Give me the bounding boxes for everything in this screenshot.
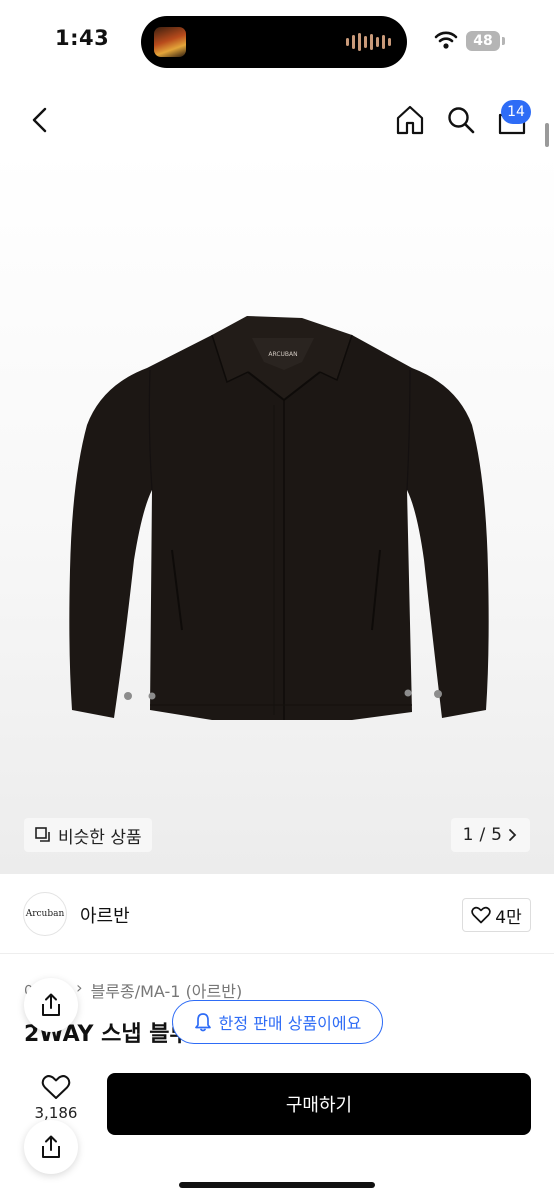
wifi-icon xyxy=(434,31,458,49)
heart-icon xyxy=(471,906,491,924)
cart-count-badge: 14 xyxy=(501,100,531,124)
brand-like-button[interactable]: 4만 xyxy=(462,898,531,932)
back-button[interactable] xyxy=(22,102,58,138)
similar-products-button[interactable]: 비슷한 상품 xyxy=(24,818,152,852)
product-image-gallery[interactable]: ARCUBAN 비슷한 상품 1 / 5 xyxy=(0,150,554,874)
share-icon xyxy=(42,993,60,1016)
bottom-purchase-bar: 3,186 구매하기 xyxy=(0,1056,554,1200)
jacket-brand-tag: ARCUBAN xyxy=(268,351,297,358)
share-icon xyxy=(42,1135,60,1158)
wishlist-count: 3,186 xyxy=(34,1104,78,1122)
search-button[interactable] xyxy=(441,100,481,140)
brand-name[interactable]: 아르반 xyxy=(80,902,130,928)
status-time: 1:43 xyxy=(55,26,110,50)
limited-sale-toast[interactable]: 한정 판매 상품이에요 xyxy=(172,1000,383,1044)
brand-logo[interactable]: Arcuban xyxy=(23,892,67,936)
heart-icon xyxy=(41,1075,71,1099)
brand-like-count: 4만 xyxy=(495,907,522,928)
share-button[interactable] xyxy=(24,978,78,1032)
image-current-index: 1 xyxy=(462,825,474,845)
image-total-count: 5 xyxy=(491,825,502,845)
copy-icon xyxy=(35,827,50,842)
product-image-jacket: ARCUBAN xyxy=(69,316,489,720)
search-icon xyxy=(448,107,475,134)
breadcrumb-item[interactable]: 블루종/MA-1 (아르반) xyxy=(91,978,243,1002)
home-indicator[interactable] xyxy=(179,1182,375,1188)
image-page-counter[interactable]: 1 / 5 xyxy=(450,818,530,852)
status-bar: 1:43 48 xyxy=(0,0,554,80)
battery-tip xyxy=(502,37,505,45)
brand-row[interactable]: Arcuban 아르반 4만 xyxy=(0,874,554,954)
nav-bar xyxy=(0,90,554,150)
buy-button[interactable]: 구매하기 xyxy=(107,1073,531,1135)
similar-products-label: 비슷한 상품 xyxy=(58,827,142,848)
scroll-indicator xyxy=(545,123,549,147)
now-playing-artwork xyxy=(154,27,186,57)
image-index-separator: / xyxy=(479,825,486,845)
bell-icon xyxy=(194,1013,211,1032)
home-icon xyxy=(396,105,424,135)
back-icon xyxy=(32,107,47,133)
chevron-right-icon xyxy=(509,829,517,841)
dynamic-island[interactable] xyxy=(141,16,407,68)
audio-wave-icon xyxy=(346,32,391,52)
battery-indicator: 48 xyxy=(466,31,500,51)
share-button-secondary[interactable] xyxy=(24,1120,78,1174)
home-button[interactable] xyxy=(390,100,430,140)
limited-sale-label: 한정 판매 상품이에요 xyxy=(218,1014,362,1033)
